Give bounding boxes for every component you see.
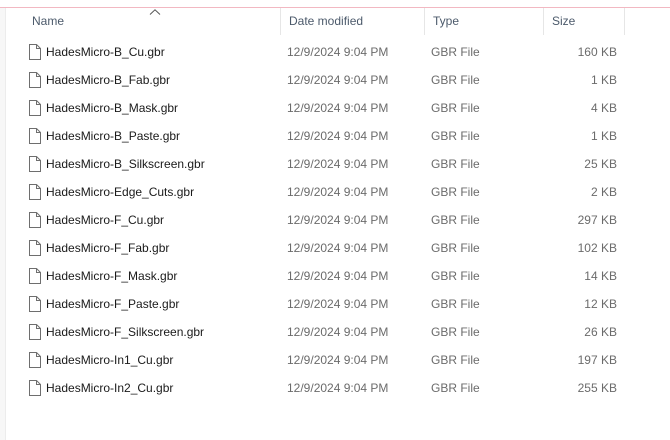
file-type: GBR File (431, 157, 480, 171)
file-name: HadesMicro-F_Mask.gbr (46, 269, 178, 283)
file-name: HadesMicro-B_Paste.gbr (46, 129, 181, 143)
file-size: 4 KB (590, 101, 617, 115)
file-date-modified: 12/9/2024 9:04 PM (287, 73, 389, 87)
file-date-modified: 12/9/2024 9:04 PM (287, 213, 389, 227)
file-row[interactable]: HadesMicro-F_Silkscreen.gbr 12/9/2024 9:0… (6, 318, 670, 346)
file-size: 2 KB (590, 185, 617, 199)
file-type: GBR File (431, 241, 480, 255)
column-header-size-label: Size (552, 14, 576, 28)
file-size: 197 KB (577, 353, 617, 367)
file-date-modified: 12/9/2024 9:04 PM (287, 45, 389, 59)
file-name: HadesMicro-F_Cu.gbr (46, 213, 165, 227)
file-row[interactable]: HadesMicro-F_Mask.gbr 12/9/2024 9:04 PM GB… (6, 262, 670, 290)
file-row[interactable]: HadesMicro-B_Paste.gbr 12/9/2024 9:04 PM G… (6, 122, 670, 150)
file-name: HadesMicro-F_Paste.gbr (46, 297, 180, 311)
file-row[interactable]: HadesMicro-F_Fab.gbr 12/9/2024 9:04 PM GBR… (6, 234, 670, 262)
file-date-modified: 12/9/2024 9:04 PM (287, 269, 389, 283)
file-row[interactable]: HadesMicro-F_Cu.gbr 12/9/2024 9:04 PM GBR … (6, 206, 670, 234)
file-name: HadesMicro-In2_Cu.gbr (46, 381, 174, 395)
file-date-modified: 12/9/2024 9:04 PM (287, 381, 389, 395)
file-type: GBR File (431, 45, 480, 59)
file-icon (28, 268, 41, 284)
file-icon (28, 72, 41, 88)
file-icon (28, 44, 41, 60)
file-type: GBR File (431, 353, 480, 367)
file-date-modified: 12/9/2024 9:04 PM (287, 157, 389, 171)
file-icon (28, 156, 41, 172)
file-type: GBR File (431, 213, 480, 227)
file-row[interactable]: HadesMicro-B_Mask.gbr 12/9/2024 9:04 PM GB… (6, 94, 670, 122)
file-icon (28, 212, 41, 228)
file-date-modified: 12/9/2024 9:04 PM (287, 325, 389, 339)
file-icon (28, 352, 41, 368)
file-icon (28, 380, 41, 396)
file-row[interactable]: HadesMicro-B_Cu.gbr 12/9/2024 9:04 PM GBR … (6, 38, 670, 66)
file-row[interactable]: HadesMicro-B_Fab.gbr 12/9/2024 9:04 PM GBR… (6, 66, 670, 94)
file-date-modified: 12/9/2024 9:04 PM (287, 297, 389, 311)
file-date-modified: 12/9/2024 9:04 PM (287, 353, 389, 367)
file-row[interactable]: HadesMicro-F_Paste.gbr 12/9/2024 9:04 PM G… (6, 290, 670, 318)
file-type: GBR File (431, 73, 480, 87)
file-name: HadesMicro-In1_Cu.gbr (46, 353, 174, 367)
file-type: GBR File (431, 185, 480, 199)
file-type: GBR File (431, 101, 480, 115)
file-row[interactable]: HadesMicro-In2_Cu.gbr 12/9/2024 9:04 PM GB… (6, 374, 670, 402)
file-size: 12 KB (584, 297, 617, 311)
file-row[interactable]: HadesMicro-B_Silkscreen.gbr 12/9/2024 9:0… (6, 150, 670, 178)
file-icon (28, 324, 41, 340)
column-header-size[interactable]: Size (544, 8, 625, 35)
file-size: 297 KB (577, 213, 617, 227)
column-header-date-label: Date modified (289, 14, 364, 28)
column-header-type[interactable]: Type (425, 8, 544, 35)
file-size: 160 KB (577, 45, 617, 59)
file-date-modified: 12/9/2024 9:04 PM (287, 101, 389, 115)
file-list: HadesMicro-B_Cu.gbr 12/9/2024 9:04 PM GBR … (6, 38, 670, 402)
file-name: HadesMicro-Edge_Cuts.gbr (46, 185, 195, 199)
file-size: 14 KB (584, 269, 617, 283)
file-icon (28, 240, 41, 256)
file-icon (28, 296, 41, 312)
file-size: 102 KB (577, 241, 617, 255)
file-icon (28, 100, 41, 116)
file-size: 1 KB (590, 129, 617, 143)
file-type: GBR File (431, 325, 480, 339)
file-type: GBR File (431, 297, 480, 311)
chevron-up-icon (149, 9, 161, 15)
file-size: 1 KB (590, 73, 617, 87)
file-row[interactable]: HadesMicro-Edge_Cuts.gbr 12/9/2024 9:04 P… (6, 178, 670, 206)
column-header-date-modified[interactable]: Date modified (281, 8, 425, 35)
file-type: GBR File (431, 381, 480, 395)
file-size: 26 KB (584, 325, 617, 339)
file-icon (28, 128, 41, 144)
column-header-name[interactable]: Name (6, 8, 281, 35)
file-name: HadesMicro-B_Mask.gbr (46, 101, 179, 115)
file-type: GBR File (431, 129, 480, 143)
file-name: HadesMicro-B_Cu.gbr (46, 45, 165, 59)
file-size: 25 KB (584, 157, 617, 171)
column-header-row: Name Date modified Type Size (6, 8, 670, 35)
file-icon (28, 184, 41, 200)
column-header-name-label: Name (32, 14, 65, 28)
file-date-modified: 12/9/2024 9:04 PM (287, 185, 389, 199)
file-name: HadesMicro-B_Silkscreen.gbr (46, 157, 205, 171)
file-name: HadesMicro-B_Fab.gbr (46, 73, 171, 87)
file-type: GBR File (431, 269, 480, 283)
file-name: HadesMicro-F_Fab.gbr (46, 241, 170, 255)
file-name: HadesMicro-F_Silkscreen.gbr (46, 325, 205, 339)
column-header-type-label: Type (433, 14, 460, 28)
file-size: 255 KB (577, 381, 617, 395)
file-explorer-list-view: Name Date modified Type Size HadesMicro-… (0, 0, 670, 440)
file-date-modified: 12/9/2024 9:04 PM (287, 129, 389, 143)
file-date-modified: 12/9/2024 9:04 PM (287, 241, 389, 255)
file-row[interactable]: HadesMicro-In1_Cu.gbr 12/9/2024 9:04 PM GB… (6, 346, 670, 374)
